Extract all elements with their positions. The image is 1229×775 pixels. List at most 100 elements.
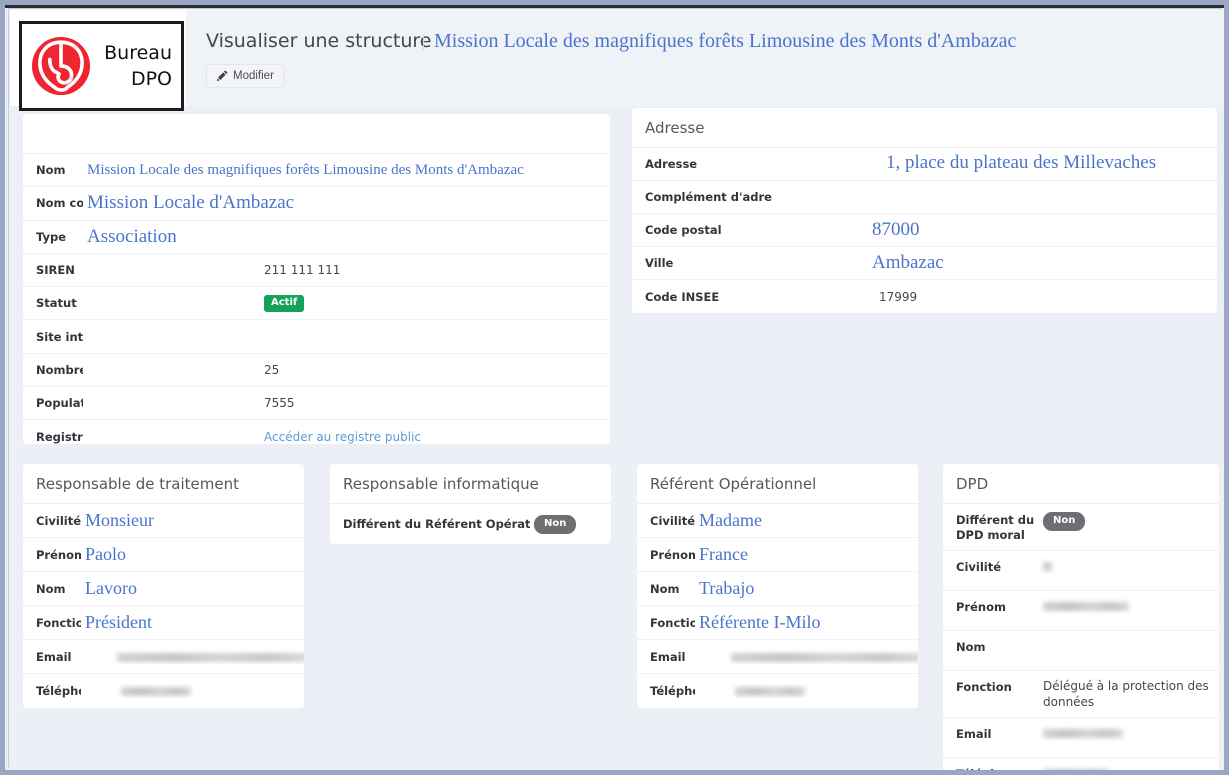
table-row: Téléphone — [943, 758, 1219, 775]
responsable-traitement-rows: Civilité Monsieur Prénom Paolo Nom Lavoro Fonc… — [23, 504, 304, 708]
table-row: Prénom — [943, 591, 1219, 631]
table-row: Statut Actif — [23, 287, 610, 321]
row-value — [1035, 558, 1219, 574]
row-value: 211 111 111 — [264, 263, 341, 278]
table-row: Nom — [943, 631, 1219, 671]
row-label: Téléphone — [650, 684, 695, 698]
table-row: Différent du DPD moral Non — [943, 504, 1219, 551]
row-label: Nombre de salariés — [36, 362, 83, 377]
row-value: Lavoro — [85, 578, 137, 598]
redacted-value — [1043, 769, 1109, 770]
row-label: Fonction — [650, 615, 695, 630]
row-label: Nom — [956, 640, 986, 654]
structure-info-card-title — [23, 114, 610, 154]
address-value: 1, place du plateau des Millevaches — [886, 152, 1157, 173]
status-badge: Actif — [264, 295, 305, 313]
row-label: Nom — [650, 581, 680, 596]
table-row: Email — [637, 640, 918, 674]
row-value: Mission Locale des magnifiques forêts Li… — [87, 161, 524, 178]
brand-name-line2: DPO — [130, 68, 172, 90]
referent-operationnel-title: Référent Opérationnel — [637, 464, 918, 504]
row-value: Référente I-Milo — [699, 612, 821, 632]
row-value — [695, 684, 918, 698]
structure-info-rows: Nom Mission Locale des magnifiques forêts… — [23, 154, 610, 444]
table-row: Nom Mission Locale des magnifiques forêts… — [23, 154, 610, 188]
row-label: Nom — [36, 581, 66, 596]
row-label: Complément d'adresse — [645, 190, 772, 204]
brand-logo[interactable]: Bureau DPO — [19, 21, 184, 111]
row-label: Différent du DPD moral — [956, 513, 1035, 542]
modify-button[interactable]: Modifier — [206, 64, 284, 88]
responsable-informatique-rows: Différent du Référent Opérationnel Non — [330, 504, 611, 544]
table-row: Différent du Référent Opérationnel Non — [330, 504, 611, 544]
registre-public-link[interactable]: Accéder au registre public — [83, 430, 610, 444]
top-bar-background — [186, 10, 1224, 106]
row-label: Adresse — [645, 157, 698, 171]
redacted-value — [731, 652, 918, 662]
row-label: Prénom — [956, 600, 1006, 614]
modify-button-label: Modifier — [233, 70, 274, 82]
row-label: Téléphone — [36, 684, 81, 698]
row-value — [1035, 725, 1219, 741]
row-value: Trabajo — [699, 578, 755, 598]
row-label: Civilité — [956, 560, 1002, 574]
pencil-icon — [216, 70, 228, 82]
content-area: Nom Mission Locale des magnifiques forêts… — [10, 106, 1224, 775]
table-row: Ville Ambazac — [632, 247, 1217, 280]
row-label: Site internet — [36, 329, 83, 344]
responsable-informatique-title: Responsable informatique — [330, 464, 611, 504]
table-row: Code postal 87000 — [632, 214, 1217, 247]
table-row: Email — [943, 718, 1219, 758]
row-label: Email — [36, 649, 72, 664]
dpd-card: DPD Différent du DPD moral Non Civilité Pré… — [943, 464, 1219, 775]
row-value: Madame — [699, 510, 762, 530]
table-row: Site internet — [23, 320, 610, 354]
address-card: Adresse Adresse Complément d'adresse Code … — [632, 108, 1217, 313]
referent-operationnel-rows: Civilité Madame Prénom France Nom Trabajo Fonc… — [637, 504, 918, 708]
row-label: Nom court — [36, 196, 83, 211]
row-value: Actif — [83, 294, 610, 313]
row-label: Civilité — [650, 513, 695, 528]
redacted-value — [121, 687, 191, 696]
dpd-card-title: DPD — [943, 464, 1219, 504]
row-label: Différent du Référent Opérationnel — [343, 517, 530, 531]
row-value: France — [699, 544, 748, 564]
table-row: Civilité — [943, 551, 1219, 591]
row-value: 17999 — [879, 289, 918, 304]
table-row: Type Association — [23, 221, 610, 254]
responsable-informatique-card: Responsable informatique Différent du Ré… — [330, 464, 611, 544]
brand-name-line1: Bureau — [104, 42, 172, 64]
row-label: Prénom — [36, 547, 81, 562]
table-row: Fonction Délégué à la protection des donn… — [943, 671, 1219, 718]
application-window: Bureau DPO Visualiser une structure Miss… — [0, 0, 1229, 775]
boolean-badge: Non — [534, 514, 577, 534]
table-row: Nom Lavoro — [23, 572, 304, 606]
row-label: Ville — [645, 256, 674, 270]
row-value — [81, 684, 304, 698]
row-value: 25 — [264, 362, 280, 377]
page-title: Visualiser une structure — [206, 30, 432, 52]
table-row: Fonction Référente I-Milo — [637, 606, 918, 640]
table-row: Civilité Monsieur — [23, 504, 304, 538]
row-value — [1035, 598, 1219, 614]
breadcrumb-current-structure[interactable]: Mission Locale des magnifiques forêts Li… — [434, 30, 1016, 53]
redacted-value — [1043, 729, 1123, 738]
row-label: Téléphone — [956, 767, 1023, 775]
table-row: Fonction Président — [23, 606, 304, 640]
row-label: Civilité — [36, 513, 81, 528]
row-label: Code INSEE — [645, 289, 720, 304]
row-value — [1035, 765, 1219, 770]
table-row: Téléphone — [23, 674, 304, 708]
table-row: Nom court Mission Locale d'Ambazac — [23, 187, 610, 221]
top-bar: Bureau DPO Visualiser une structure Miss… — [10, 10, 1224, 111]
boolean-badge: Non — [1043, 512, 1086, 531]
table-row: Code INSEE 17999 — [632, 280, 1217, 313]
row-label: Fonction — [956, 680, 1012, 694]
brain-logo-icon — [31, 36, 91, 96]
table-row: Nom Trabajo — [637, 572, 918, 606]
redacted-value — [1043, 562, 1052, 571]
row-value: Paolo — [85, 544, 127, 564]
table-row: Nombre de salariés 25 — [23, 354, 610, 388]
redacted-value — [1043, 602, 1129, 611]
row-label: SIREN — [36, 263, 75, 278]
